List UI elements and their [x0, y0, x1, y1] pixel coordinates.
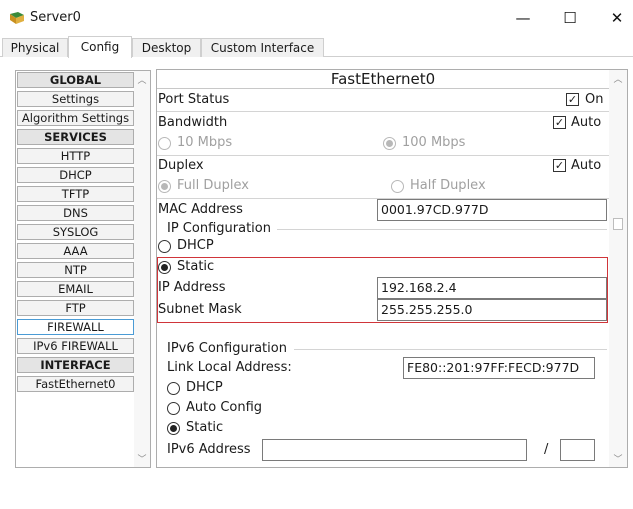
nav-header-services: SERVICES: [17, 129, 134, 145]
scroll-down-icon[interactable]: ﹀: [134, 452, 150, 465]
close-button[interactable]: ✕: [602, 6, 632, 30]
mac-address-label: MAC Address: [158, 202, 243, 217]
divider: [157, 155, 609, 156]
ipv6-dhcp-radio[interactable]: [167, 382, 180, 395]
ip-config-group-label: IP Configuration: [167, 221, 271, 236]
half-duplex-radio[interactable]: [391, 180, 404, 193]
scroll-up-icon[interactable]: ︿: [610, 72, 626, 85]
nav-header-interface: INTERFACE: [17, 357, 134, 373]
tab-physical[interactable]: Physical: [2, 38, 68, 57]
nav-item-firewall[interactable]: FIREWALL: [17, 319, 134, 335]
maximize-button[interactable]: ☐: [555, 6, 585, 30]
nav-item-dns[interactable]: DNS: [17, 205, 134, 221]
nav-item-ipv6-firewall[interactable]: IPv6 FIREWALL: [17, 338, 134, 354]
scroll-down-icon[interactable]: ﹀: [610, 452, 626, 465]
bandwidth-auto-label: Auto: [571, 115, 602, 130]
ipv6-auto-config-radio[interactable]: [167, 402, 180, 415]
ipv6-auto-config-label: Auto Config: [186, 400, 263, 415]
ipv6-address-label: IPv6 Address: [167, 442, 251, 457]
scroll-thumb[interactable]: [613, 218, 623, 230]
divider: [157, 111, 609, 112]
bandwidth-10-radio[interactable]: [158, 137, 171, 150]
subnet-mask-label: Subnet Mask: [158, 302, 242, 317]
full-duplex-radio[interactable]: [158, 180, 171, 193]
nav-item-email[interactable]: EMAIL: [17, 281, 134, 297]
tab-desktop[interactable]: Desktop: [132, 38, 201, 57]
tab-config[interactable]: Config: [68, 36, 132, 58]
ipv6-config-group-label: IPv6 Configuration: [167, 341, 287, 356]
bandwidth-100-label: 100 Mbps: [402, 135, 466, 150]
nav-item-http[interactable]: HTTP: [17, 148, 134, 164]
config-panel: GLOBAL Settings Algorithm Settings SERVI…: [3, 58, 633, 509]
config-nav-list: GLOBAL Settings Algorithm Settings SERVI…: [15, 70, 151, 468]
interface-title: FastEthernet0: [157, 70, 609, 89]
duplex-auto-label: Auto: [571, 158, 602, 173]
prefix-slash: /: [544, 442, 549, 457]
port-status-checkbox[interactable]: ✓: [566, 93, 579, 106]
tab-bar: Physical Config Desktop Custom Interface: [0, 36, 633, 58]
duplex-auto-checkbox[interactable]: ✓: [553, 159, 566, 172]
link-local-label: Link Local Address:: [167, 360, 292, 375]
full-duplex-label: Full Duplex: [177, 178, 249, 193]
nav-item-settings[interactable]: Settings: [17, 91, 134, 107]
port-status-label: Port Status: [158, 92, 230, 107]
ipv4-static-label: Static: [177, 259, 215, 274]
interface-config-area: FastEthernet0 Port Status ✓ On Bandwidth…: [156, 69, 628, 468]
nav-header-global: GLOBAL: [17, 72, 134, 88]
ipv4-dhcp-label: DHCP: [177, 238, 214, 253]
ip-address-label: IP Address: [158, 280, 226, 295]
bandwidth-auto-checkbox[interactable]: ✓: [553, 116, 566, 129]
duplex-label: Duplex: [158, 158, 204, 173]
tab-custom-interface[interactable]: Custom Interface: [201, 38, 324, 57]
ipv6-prefix-field[interactable]: [560, 439, 595, 461]
group-divider: [294, 349, 607, 350]
ipv4-static-radio[interactable]: [158, 261, 171, 274]
nav-item-algorithm-settings[interactable]: Algorithm Settings: [17, 110, 134, 126]
mac-address-field[interactable]: 0001.97CD.977D: [377, 199, 607, 221]
nav-scrollbar[interactable]: ︿ ﹀: [134, 71, 150, 467]
ipv6-static-radio[interactable]: [167, 422, 180, 435]
nav-item-syslog[interactable]: SYSLOG: [17, 224, 134, 240]
scroll-up-icon[interactable]: ︿: [134, 73, 150, 86]
bandwidth-10-label: 10 Mbps: [177, 135, 233, 150]
port-status-on-label: On: [585, 92, 604, 107]
nav-item-ntp[interactable]: NTP: [17, 262, 134, 278]
subnet-mask-field[interactable]: 255.255.255.0: [377, 299, 607, 321]
server-app-icon: [9, 11, 25, 25]
ip-address-field[interactable]: 192.168.2.4: [377, 277, 607, 299]
nav-item-ftp[interactable]: FTP: [17, 300, 134, 316]
ipv6-dhcp-label: DHCP: [186, 380, 223, 395]
ipv6-static-label: Static: [186, 420, 224, 435]
nav-item-fastethernet0[interactable]: FastEthernet0: [17, 376, 134, 392]
nav-item-dhcp[interactable]: DHCP: [17, 167, 134, 183]
ipv4-dhcp-radio[interactable]: [158, 240, 171, 253]
nav-item-aaa[interactable]: AAA: [17, 243, 134, 259]
window-title: Server0: [30, 10, 81, 25]
bandwidth-100-radio[interactable]: [383, 137, 396, 150]
link-local-address-field[interactable]: FE80::201:97FF:FECD:977D: [403, 357, 595, 379]
bandwidth-label: Bandwidth: [158, 115, 228, 130]
ipv6-address-field[interactable]: [262, 439, 527, 461]
config-scrollbar[interactable]: ︿ ﹀: [609, 70, 627, 467]
minimize-button[interactable]: —: [508, 6, 538, 30]
half-duplex-label: Half Duplex: [410, 178, 486, 193]
group-divider: [277, 229, 607, 230]
nav-item-tftp[interactable]: TFTP: [17, 186, 134, 202]
title-bar: Server0 — ☐ ✕: [0, 0, 633, 36]
